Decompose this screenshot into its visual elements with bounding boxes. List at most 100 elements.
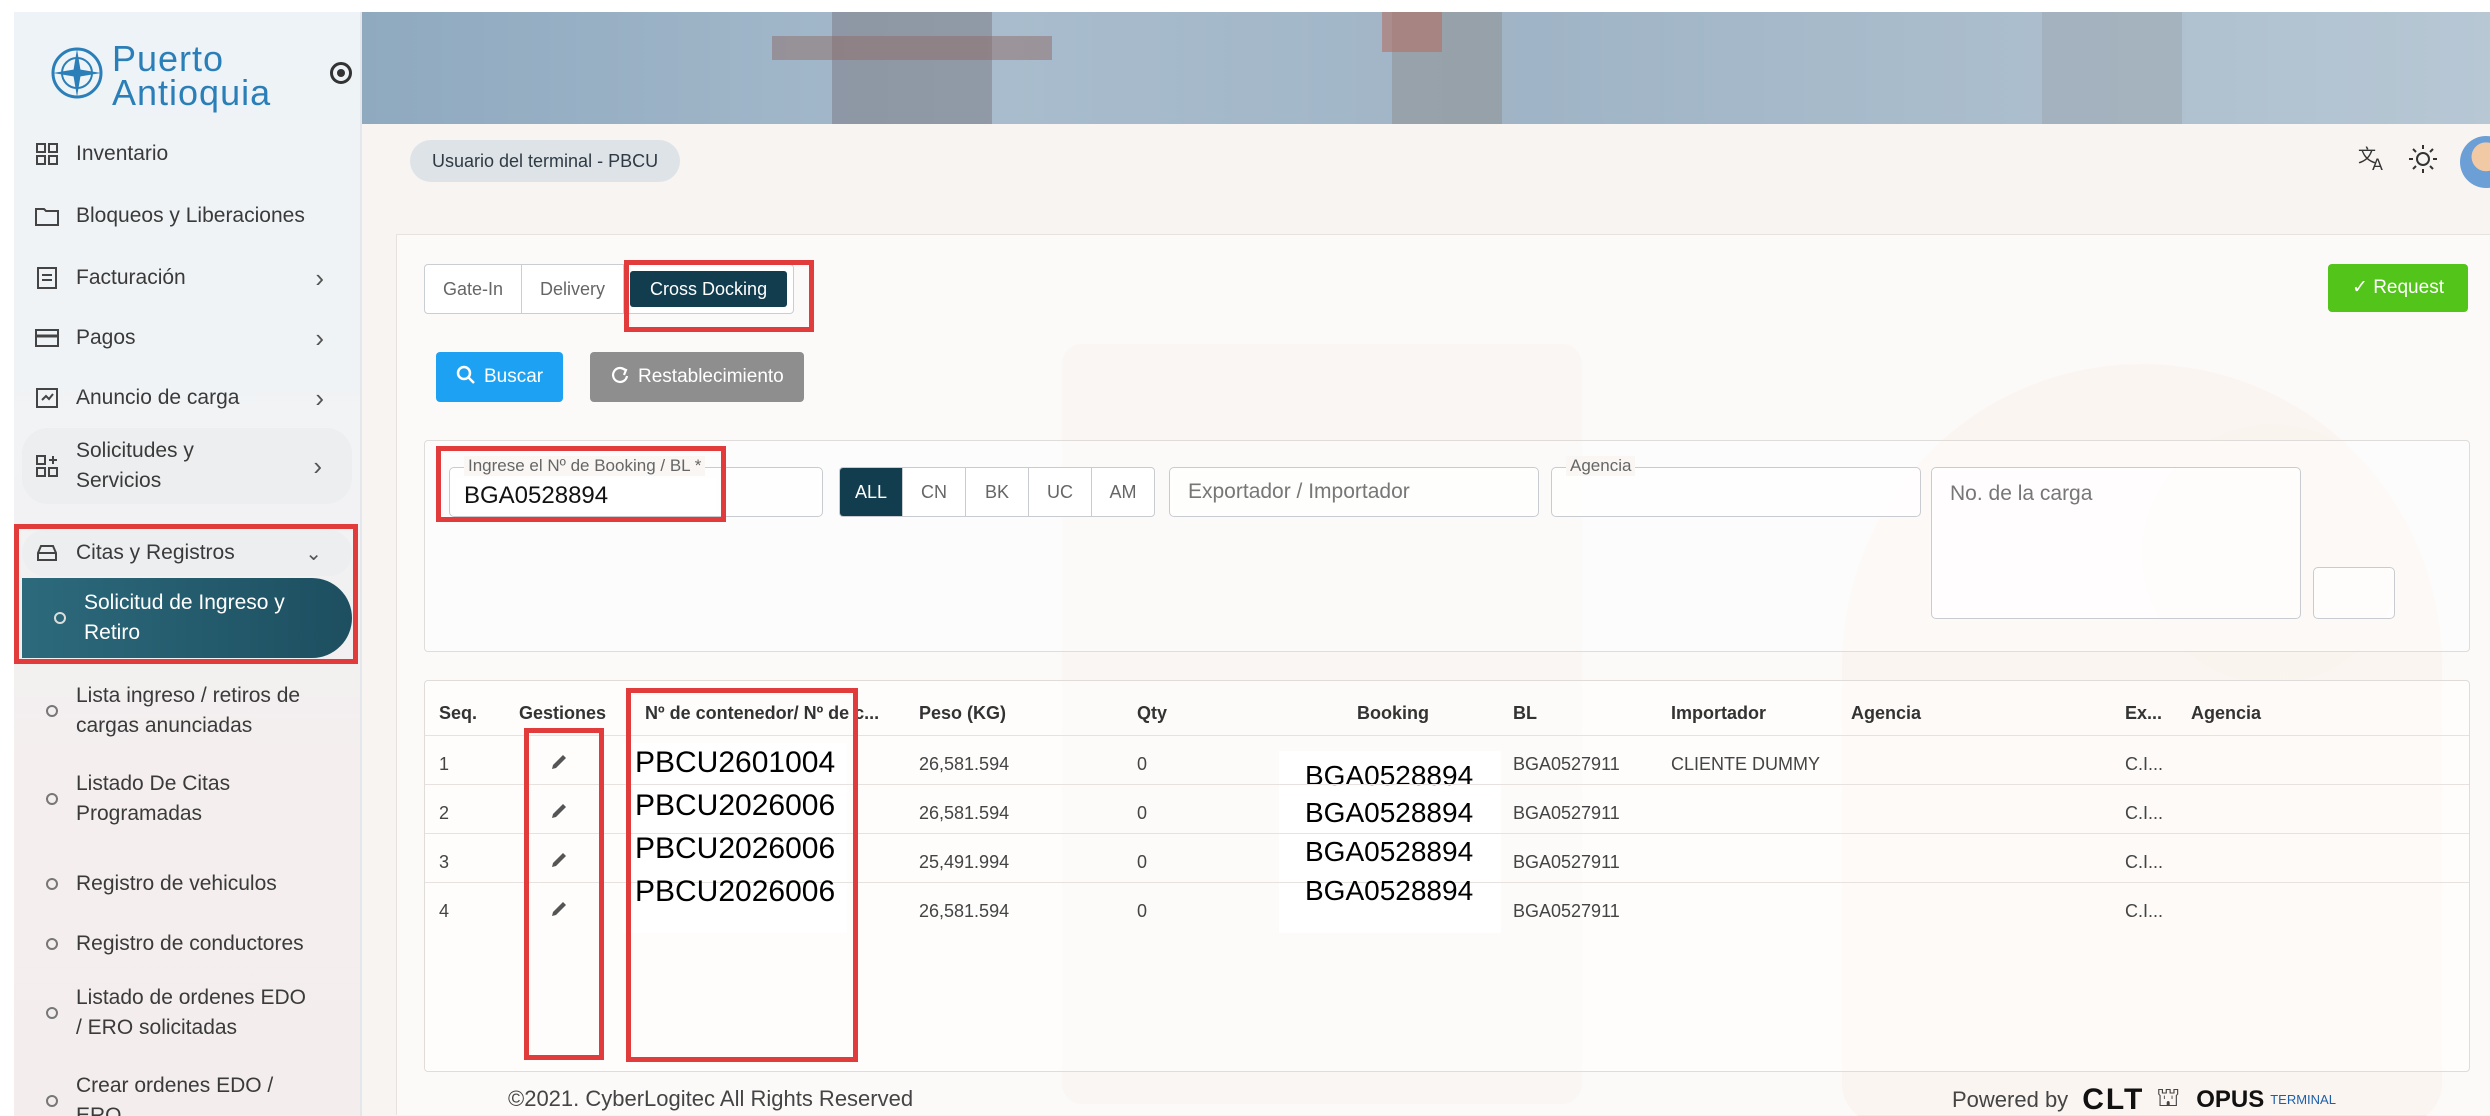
segment-bk[interactable]: BK xyxy=(966,468,1029,516)
sidebar-subitem-lista-ingreso[interactable]: Lista ingreso / retiros de cargas anunci… xyxy=(34,680,354,742)
sidebar-item-anuncio[interactable]: Anuncio de carga › xyxy=(34,378,354,418)
segment-am[interactable]: AM xyxy=(1092,468,1154,516)
radio-dot-icon xyxy=(54,612,66,624)
translate-icon[interactable]: 文A xyxy=(2358,144,2388,179)
cargo-number-field[interactable]: No. de la carga xyxy=(1931,467,2301,619)
label-line2: Servicios xyxy=(76,469,162,492)
opus-logo: OPUS xyxy=(2196,1085,2265,1113)
request-label: Request xyxy=(2373,277,2444,298)
radio-dot-icon xyxy=(46,1007,58,1019)
table-row[interactable]: 1 PBCU2601004 26,581.594 0 BGA0528894 BG… xyxy=(425,735,2469,791)
column-header-qty[interactable]: Qty xyxy=(1137,703,1167,724)
request-button[interactable]: ✓ Request xyxy=(2328,264,2468,312)
sidebar-subitem-registro-conductores[interactable]: Registro de conductores xyxy=(34,924,354,964)
column-header-bl[interactable]: BL xyxy=(1513,703,1537,724)
user-chip[interactable]: Usuario del terminal - PBCU xyxy=(410,140,681,182)
brand-name-line1: Puerto xyxy=(112,38,225,79)
edit-pencil-icon[interactable] xyxy=(549,899,569,919)
invoice-icon xyxy=(34,265,60,291)
sidebar-subitem-registro-vehiculos[interactable]: Registro de vehiculos xyxy=(34,864,354,904)
brand-name: Puerto Antioquia xyxy=(112,38,271,111)
chevron-right-icon: › xyxy=(315,382,324,413)
booking-field-label: Ingrese el Nº de Booking / BL * xyxy=(464,456,706,476)
column-header-agencia-2[interactable]: Agencia xyxy=(2191,703,2261,724)
brand[interactable]: Puerto Antioquia xyxy=(40,30,360,111)
column-header-peso[interactable]: Peso (KG) xyxy=(919,703,1006,724)
small-input-field[interactable] xyxy=(2313,567,2395,619)
sidebar-subitem-ordenes-edo[interactable]: Listado de ordenes EDO / ERO solicitadas xyxy=(34,982,354,1044)
edit-pencil-icon[interactable] xyxy=(549,752,569,772)
search-label: Buscar xyxy=(484,366,544,387)
subitem-label: Registro de vehiculos xyxy=(76,872,277,895)
avatar[interactable] xyxy=(2460,136,2490,188)
clt-logo: CLT xyxy=(2082,1082,2145,1116)
crane-logo-icon: ⛫ xyxy=(2156,1082,2181,1112)
agency-field-label: Agencia xyxy=(1566,456,1636,476)
sidebar-item-pagos[interactable]: Pagos › xyxy=(34,318,354,358)
apps-icon xyxy=(34,453,60,479)
reset-button[interactable]: Restablecimiento xyxy=(590,352,804,402)
cargo-number-placeholder: No. de la carga xyxy=(1950,482,2093,505)
subitem-label: Solicitud de Ingreso y Retiro xyxy=(84,588,285,648)
sidebar-pin-toggle-icon[interactable] xyxy=(330,62,352,84)
cell-bl: BGA0527911 xyxy=(1513,852,1620,872)
subitem-label: Lista ingreso / retiros de cargas anunci… xyxy=(76,681,300,741)
sidebar-item-citas[interactable]: Citas y Registros ⌄ xyxy=(22,530,352,576)
radio-dot-icon xyxy=(46,938,58,950)
banner-crane-shape xyxy=(1382,12,1442,52)
cell-exportador: C.I... xyxy=(2125,754,2164,774)
label-line2: / ERO solicitadas xyxy=(76,1016,238,1039)
column-header-importador[interactable]: Importador xyxy=(1671,703,1766,724)
edit-pencil-icon[interactable] xyxy=(549,801,569,821)
cell-qty: 0 xyxy=(1137,901,1148,921)
sidebar-subitem-solicitud-ingreso[interactable]: Solicitud de Ingreso y Retiro xyxy=(22,578,352,658)
sidebar-item-solicitudes[interactable]: Solicitudes y Servicios › xyxy=(22,428,352,504)
sidebar-item-label: Inventario xyxy=(76,142,169,165)
sidebar-subitem-citas-programadas[interactable]: Listado De Citas Programadas xyxy=(34,768,354,830)
cell-booking: BGA0528894 xyxy=(1305,875,1474,906)
edit-pencil-icon[interactable] xyxy=(549,850,569,870)
tab-delivery[interactable]: Delivery xyxy=(522,265,625,313)
subitem-label: Crear ordenes EDO / ERO xyxy=(76,1071,273,1116)
main-content: Usuario del terminal - PBCU 文A Gate-In D… xyxy=(362,124,2490,1116)
cell-qty: 0 xyxy=(1137,852,1148,872)
agency-field[interactable]: Agencia xyxy=(1551,456,1921,517)
label-line2: Retiro xyxy=(84,621,141,644)
table-row[interactable]: 4 PBCU2026006 26,581.594 0 BGA0528894 BG… xyxy=(425,875,2469,932)
column-header-exportador[interactable]: Ex... xyxy=(2125,703,2162,724)
search-button[interactable]: Buscar xyxy=(436,352,564,402)
sidebar-item-bloqueos[interactable]: Bloqueos y Liberaciones xyxy=(34,196,354,236)
cell-peso: 26,581.594 xyxy=(919,754,1010,774)
powered-by: Powered by CLT ⛫ OPUS TERMINAL xyxy=(1952,1082,2336,1116)
cell-peso: 26,581.594 xyxy=(919,803,1010,823)
tab-gate-in[interactable]: Gate-In xyxy=(425,265,523,313)
tab-cross-docking[interactable]: Cross Docking xyxy=(630,271,788,307)
sidebar-subitem-crear-ordenes[interactable]: Crear ordenes EDO / ERO xyxy=(34,1070,354,1116)
column-header-gestiones[interactable]: Gestiones xyxy=(519,703,606,724)
column-header-agencia[interactable]: Agencia xyxy=(1851,703,1921,724)
cell-peso: 25,491.994 xyxy=(919,852,1010,872)
segment-cn[interactable]: CN xyxy=(903,468,966,516)
sidebar: Puerto Antioquia Inventario Bloqueos y L… xyxy=(14,12,362,1116)
check-icon: ✓ xyxy=(2352,277,2374,298)
table-row[interactable]: 2 PBCU2026006 26,581.594 0 BGA0528894 BG… xyxy=(425,784,2469,834)
column-header-seq[interactable]: Seq. xyxy=(439,703,477,724)
label-line2: ERO xyxy=(76,1104,122,1116)
footer-copyright: ©2021. CyberLogitec All Rights Reserved xyxy=(508,1086,914,1111)
column-header-booking[interactable]: Booking xyxy=(1357,703,1429,724)
column-header-container[interactable]: Nº de contenedor/ Nº de c... xyxy=(645,703,879,724)
segment-all[interactable]: ALL xyxy=(840,468,903,516)
label-line1: Listado De Citas xyxy=(76,772,231,795)
segment-uc[interactable]: UC xyxy=(1029,468,1092,516)
cell-bl: BGA0527911 xyxy=(1513,754,1620,774)
cell-container: PBCU2026006 xyxy=(635,789,836,822)
cell-seq: 4 xyxy=(439,901,450,921)
sidebar-item-inventario[interactable]: Inventario xyxy=(34,136,354,172)
radio-dot-icon xyxy=(46,793,58,805)
sun-icon[interactable] xyxy=(2408,144,2438,181)
booking-field[interactable]: Ingrese el Nº de Booking / BL * BGA05288… xyxy=(449,456,823,517)
sidebar-item-facturacion[interactable]: Facturación › xyxy=(34,258,354,298)
sidebar-item-label: Pagos xyxy=(76,326,136,349)
label-line1: Solicitudes y xyxy=(76,439,194,462)
exporter-importer-field[interactable]: Exportador / Importador xyxy=(1169,467,1539,517)
